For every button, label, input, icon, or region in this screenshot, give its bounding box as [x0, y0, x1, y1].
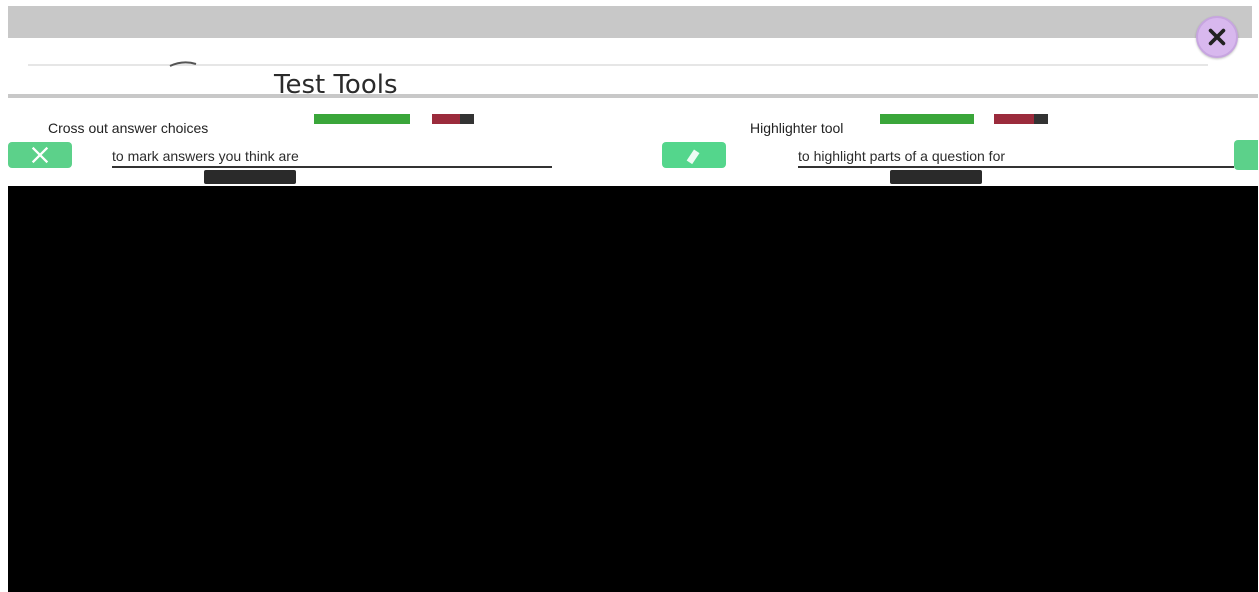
close-icon	[1208, 28, 1226, 46]
strikethrough-icon	[31, 146, 49, 164]
tool-cross-out: Cross out answer choices to mark answers…	[8, 112, 618, 186]
tool-example-chip	[204, 170, 296, 184]
logo-icon	[169, 61, 197, 67]
tool-example-chip	[890, 170, 982, 184]
dialog-header-bar	[28, 40, 1208, 66]
tool-description: to mark answers you think are	[112, 148, 552, 168]
tool-heading: Highlighter tool	[750, 120, 844, 136]
close-button[interactable]	[1196, 16, 1238, 58]
highlighter-tool-button[interactable]	[662, 142, 726, 168]
tool-highlighter: Highlighter tool to highlight parts of a…	[662, 112, 1258, 186]
tool-description: to highlight parts of a question for	[798, 148, 1234, 168]
highlighter-icon	[686, 149, 700, 165]
dialog-top-border	[8, 6, 1252, 38]
tool-color-strip	[314, 114, 474, 124]
tool-content-area	[8, 186, 1258, 592]
header-divider	[8, 94, 1258, 98]
tool-color-strip	[880, 114, 1048, 124]
test-tools-dialog: Test Tools Cross out answer choices to m…	[0, 0, 1259, 592]
strikethrough-tool-button[interactable]	[8, 142, 72, 168]
tool-heading: Cross out answer choices	[48, 120, 209, 136]
next-tool-icon[interactable]	[1234, 140, 1258, 170]
